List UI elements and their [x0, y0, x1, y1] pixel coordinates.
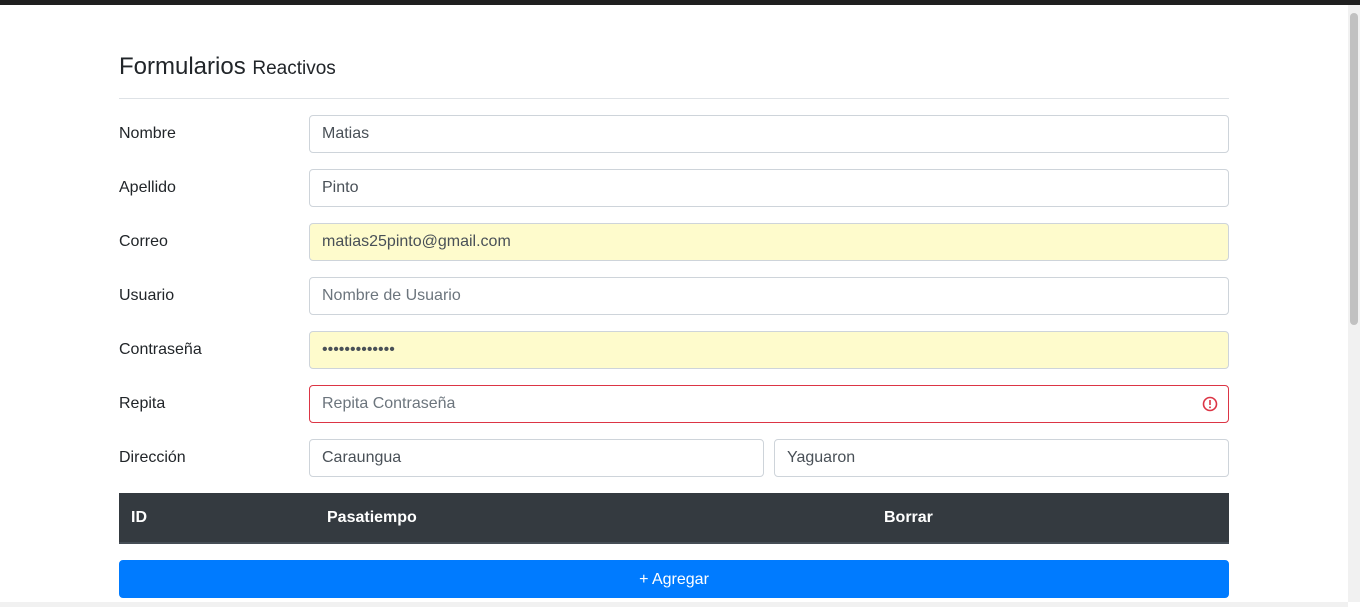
- row-apellido: Apellido: [119, 169, 1229, 207]
- header-pasatiempo: Pasatiempo: [327, 509, 417, 526]
- direccion-label: Dirección: [119, 449, 186, 466]
- row-nombre: Nombre: [119, 115, 1229, 153]
- correo-label: Correo: [119, 233, 168, 250]
- browser-top-strip: [0, 0, 1360, 5]
- nombre-input[interactable]: [309, 115, 1229, 153]
- page-title-main: Formularios: [119, 53, 246, 80]
- header-borrar: Borrar: [884, 509, 933, 526]
- invalid-warning-icon: [1202, 396, 1218, 412]
- ciudad-input[interactable]: [774, 439, 1229, 477]
- scrollbar-thumb[interactable]: [1350, 13, 1358, 325]
- contrasena-input[interactable]: [309, 331, 1229, 369]
- title-divider: [119, 98, 1229, 99]
- horizontal-scrollbar[interactable]: [0, 602, 1348, 607]
- pasatiempos-table-header: ID Pasatiempo Borrar: [119, 493, 1229, 544]
- nombre-label: Nombre: [119, 125, 176, 142]
- vertical-scrollbar[interactable]: [1348, 5, 1360, 602]
- agregar-button[interactable]: + Agregar: [119, 560, 1229, 598]
- usuario-input[interactable]: [309, 277, 1229, 315]
- table-header-rule: [119, 542, 1229, 544]
- contrasena-label: Contraseña: [119, 341, 202, 358]
- apellido-input[interactable]: [309, 169, 1229, 207]
- header-id: ID: [131, 509, 147, 526]
- usuario-label: Usuario: [119, 287, 175, 304]
- apellido-label: Apellido: [119, 179, 176, 196]
- row-usuario: Usuario: [119, 277, 1229, 315]
- correo-input[interactable]: [309, 223, 1229, 261]
- row-correo: Correo: [119, 223, 1229, 261]
- page-title-subtitle: Reactivos: [252, 58, 336, 79]
- distrito-input[interactable]: [309, 439, 764, 477]
- row-repita: Repita: [119, 385, 1229, 423]
- repita-label: Repita: [119, 395, 166, 412]
- row-contrasena: Contraseña: [119, 331, 1229, 369]
- row-direccion: Dirección: [119, 439, 1229, 477]
- page-title: Formularios Reactivos: [119, 52, 336, 84]
- repita-input[interactable]: [309, 385, 1229, 423]
